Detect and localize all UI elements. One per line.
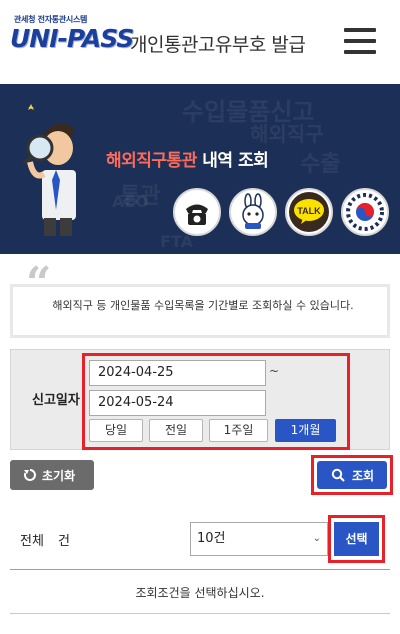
logo-text: UNI-PASS <box>10 24 134 53</box>
date-label: 신고일자 <box>32 393 80 408</box>
empty-result-message: 조회조건을 선택하십시오. <box>135 586 265 600</box>
chevron-down-icon: ⌄ <box>312 533 321 544</box>
page-title: 개인통관고유부호 발급 <box>130 34 306 56</box>
telephone-icon[interactable] <box>173 188 221 236</box>
header: 관세청 전자통관시스템 UNI-PASS 개인통관고유부호 발급 <box>0 0 400 84</box>
period-week-button[interactable]: 1주일 <box>209 419 268 442</box>
banner-heading-rest: 내역 조회 <box>196 151 269 171</box>
banner-bg-text: 해외직구 <box>250 122 324 146</box>
bunny-mascot-icon[interactable] <box>229 188 277 236</box>
banner-heading: 해외직구통관 내역 조회 <box>106 146 269 171</box>
choose-button[interactable]: 선택 <box>334 522 379 556</box>
total-count-label: 전체 건 <box>20 534 71 549</box>
banner-heading-highlight: 해외직구통관 <box>106 151 197 171</box>
talk-label: TALK <box>297 206 321 216</box>
hero-banner: 수입물품신고 해외직구 통관 수출 AEO FTA 해외직구통관 내역 조회 T… <box>0 84 400 254</box>
search-icon <box>331 468 345 482</box>
page-size-value: 10건 <box>197 531 226 546</box>
period-yesterday-button[interactable]: 전일 <box>149 419 203 442</box>
refresh-icon <box>23 469 36 481</box>
date-to-input[interactable]: 2024-05-24 <box>89 390 266 416</box>
unipass-logo[interactable]: 관세청 전자통관시스템 UNI-PASS <box>10 14 134 62</box>
banner-bg-text: AEO <box>112 192 149 211</box>
period-today-button[interactable]: 당일 <box>89 419 143 442</box>
reset-button[interactable]: 초기화 <box>10 460 94 490</box>
menu-icon[interactable] <box>344 26 376 56</box>
magnifier-person-illustration <box>22 104 76 236</box>
date-range-separator: ~ <box>269 364 280 378</box>
description-text: 해외직구 등 개인물품 수입목록을 기간별로 조회하실 수 있습니다. <box>52 299 354 312</box>
reset-label: 초기화 <box>42 469 76 483</box>
kakaotalk-icon[interactable]: TALK <box>285 188 333 236</box>
search-label: 조회 <box>352 469 375 483</box>
search-button[interactable]: 조회 <box>317 461 387 489</box>
period-month-button[interactable]: 1개월 <box>275 419 336 442</box>
banner-bg-text: 수출 <box>300 152 341 177</box>
result-area: 조회조건을 선택하십시오. <box>10 569 390 614</box>
taegeuk-emblem-icon[interactable] <box>341 188 389 236</box>
page-size-select[interactable]: 10건 ⌄ <box>190 522 328 556</box>
description-box: 해외직구 등 개인물품 수입목록을 기간별로 조회하실 수 있습니다. <box>10 284 390 338</box>
date-from-input[interactable]: 2024-04-25 <box>89 360 266 386</box>
